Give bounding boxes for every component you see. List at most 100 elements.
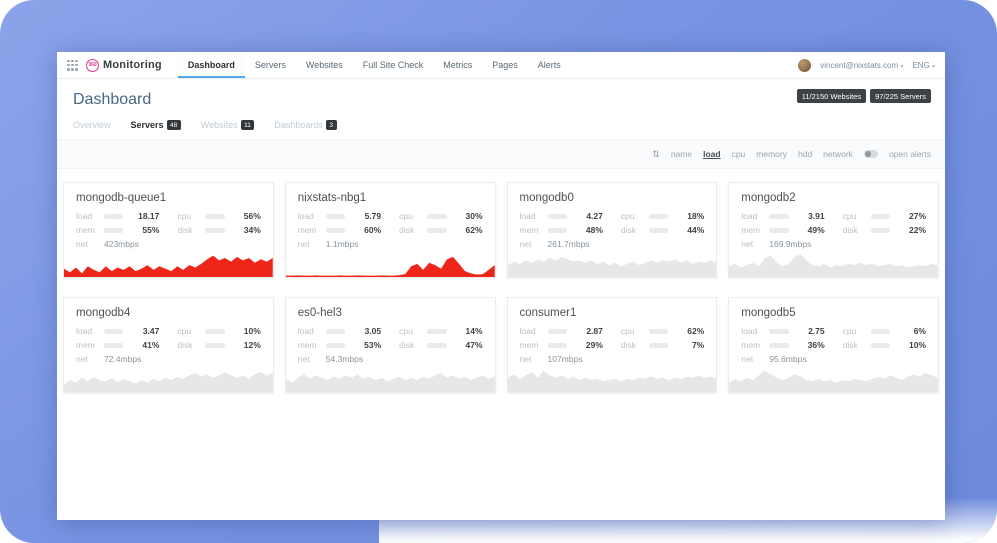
metric-disk: disk 62% bbox=[399, 225, 482, 235]
metric-label: net bbox=[741, 354, 763, 364]
tab-dashboards[interactable]: Dashboards3 bbox=[274, 120, 336, 130]
nav-item-full-site-check[interactable]: Full Site Check bbox=[353, 52, 434, 78]
nav-item-websites[interactable]: Websites bbox=[296, 52, 353, 78]
metric-label: net bbox=[298, 239, 320, 249]
server-card[interactable]: nixstats-nbg1 load 5.79 cpu 30% mem 60% … bbox=[285, 182, 496, 278]
metric-disk: disk 22% bbox=[843, 225, 926, 235]
user-avatar[interactable] bbox=[798, 59, 811, 72]
user-email-menu[interactable]: vincent@nixstats.com ▾ bbox=[820, 61, 903, 70]
metric-net: net 423mbps bbox=[76, 239, 159, 249]
metric-mem: mem 60% bbox=[298, 225, 381, 235]
logo-360-icon: 360 bbox=[86, 59, 99, 72]
mem-progress-bar bbox=[104, 343, 123, 348]
metric-disk: disk 44% bbox=[621, 225, 704, 235]
summary-badge[interactable]: 11/2150 Websites bbox=[797, 89, 866, 103]
sort-item-hdd[interactable]: hdd bbox=[798, 149, 812, 159]
server-card[interactable]: mongodb-queue1 load 18.17 cpu 56% mem 55… bbox=[63, 182, 274, 278]
server-card[interactable]: mongodb4 load 3.47 cpu 10% mem 41% disk … bbox=[63, 297, 274, 393]
cpu-progress-bar bbox=[205, 214, 224, 219]
metric-label: disk bbox=[177, 225, 199, 235]
tab-count-badge: 3 bbox=[326, 120, 337, 130]
metric-label: disk bbox=[177, 340, 199, 350]
mem-progress-bar bbox=[326, 228, 345, 233]
mem-progress-bar bbox=[104, 228, 123, 233]
server-cards-grid: mongodb-queue1 load 18.17 cpu 56% mem 55… bbox=[57, 169, 945, 406]
sort-item-name[interactable]: name bbox=[671, 149, 692, 159]
tab-servers[interactable]: Servers48 bbox=[131, 120, 181, 130]
tab-label: Overview bbox=[73, 120, 111, 130]
tab-label: Dashboards bbox=[274, 120, 323, 130]
load-progress-bar bbox=[326, 214, 345, 219]
network-sparkline-chart bbox=[286, 367, 495, 392]
server-card[interactable]: consumer1 load 2.87 cpu 62% mem 29% disk… bbox=[507, 297, 718, 393]
load-progress-bar bbox=[104, 329, 123, 334]
nav-item-pages[interactable]: Pages bbox=[482, 52, 528, 78]
disk-progress-bar bbox=[427, 228, 446, 233]
nav-item-metrics[interactable]: Metrics bbox=[433, 52, 482, 78]
app-launcher-icon[interactable] bbox=[67, 60, 78, 71]
metric-value: 47% bbox=[453, 340, 483, 350]
nav-item-dashboard[interactable]: Dashboard bbox=[178, 52, 245, 78]
cpu-progress-bar bbox=[205, 329, 224, 334]
sort-item-memory[interactable]: memory bbox=[756, 149, 787, 159]
disk-progress-bar bbox=[871, 343, 890, 348]
metric-disk: disk 47% bbox=[399, 340, 482, 350]
server-card[interactable]: mongodb0 load 4.27 cpu 18% mem 48% disk … bbox=[507, 182, 718, 278]
metric-net: net 1.1mbps bbox=[298, 239, 381, 249]
metric-value: 22% bbox=[896, 225, 926, 235]
metric-net: net 169.9mbps bbox=[741, 239, 824, 249]
tab-overview[interactable]: Overview bbox=[73, 120, 111, 130]
metric-label: disk bbox=[843, 225, 865, 235]
metric-load: load 3.05 bbox=[298, 326, 381, 336]
tab-websites[interactable]: Websites11 bbox=[201, 120, 255, 130]
cpu-progress-bar bbox=[649, 214, 668, 219]
metric-load: load 5.79 bbox=[298, 211, 381, 221]
sort-item-open-alerts[interactable]: open alerts bbox=[889, 149, 931, 159]
disk-progress-bar bbox=[205, 228, 224, 233]
metric-value: 36% bbox=[795, 340, 825, 350]
disk-progress-bar bbox=[649, 343, 668, 348]
tab-label: Websites bbox=[201, 120, 238, 130]
metric-label: mem bbox=[520, 225, 542, 235]
language-menu[interactable]: ENG ▾ bbox=[912, 61, 935, 70]
metric-value: 6% bbox=[896, 326, 926, 336]
server-metrics: load 2.75 cpu 6% mem 36% disk 10% net bbox=[729, 326, 938, 364]
metric-value: 56% bbox=[231, 211, 261, 221]
net-value: 54.3mbps bbox=[326, 354, 363, 364]
server-card[interactable]: mongodb5 load 2.75 cpu 6% mem 36% disk 1… bbox=[728, 297, 939, 393]
logo-text: Monitoring bbox=[103, 59, 162, 71]
sort-item-load[interactable]: load bbox=[703, 149, 720, 159]
metric-disk: disk 12% bbox=[177, 340, 260, 350]
server-name: mongodb-queue1 bbox=[64, 183, 273, 211]
summary-badge[interactable]: 97/225 Servers bbox=[870, 89, 931, 103]
metric-label: cpu bbox=[621, 326, 643, 336]
tab-count-badge: 48 bbox=[167, 120, 181, 130]
network-sparkline-chart bbox=[64, 252, 273, 277]
network-sparkline-chart bbox=[729, 252, 938, 277]
server-card[interactable]: mongodb2 load 3.91 cpu 27% mem 49% disk … bbox=[728, 182, 939, 278]
sort-item-network[interactable]: network bbox=[823, 149, 853, 159]
metric-label: cpu bbox=[843, 326, 865, 336]
metric-label: mem bbox=[298, 340, 320, 350]
dashboard-subtabs: Overview Servers48 Websites11 Dashboards3 bbox=[73, 120, 929, 130]
net-value: 169.9mbps bbox=[769, 239, 811, 249]
sort-item-cpu[interactable]: cpu bbox=[732, 149, 746, 159]
metric-value: 62% bbox=[674, 326, 704, 336]
metric-net: net 54.3mbps bbox=[298, 354, 381, 364]
metric-label: net bbox=[298, 354, 320, 364]
disk-progress-bar bbox=[649, 228, 668, 233]
server-card[interactable]: es0-hel3 load 3.05 cpu 14% mem 53% disk … bbox=[285, 297, 496, 393]
nav-item-alerts[interactable]: Alerts bbox=[528, 52, 571, 78]
metric-value: 5.79 bbox=[351, 211, 381, 221]
app-window: 360 Monitoring DashboardServersWebsitesF… bbox=[57, 52, 945, 520]
metric-label: load bbox=[76, 211, 98, 221]
net-value: 423mbps bbox=[104, 239, 139, 249]
open-alerts-toggle-icon[interactable] bbox=[864, 150, 878, 158]
brand-logo[interactable]: 360 Monitoring bbox=[86, 59, 162, 72]
nav-item-servers[interactable]: Servers bbox=[245, 52, 296, 78]
metric-value: 10% bbox=[231, 326, 261, 336]
metric-label: cpu bbox=[843, 211, 865, 221]
page-canvas: 360 Monitoring DashboardServersWebsitesF… bbox=[0, 0, 997, 543]
metric-value: 49% bbox=[795, 225, 825, 235]
metric-mem: mem 48% bbox=[520, 225, 603, 235]
